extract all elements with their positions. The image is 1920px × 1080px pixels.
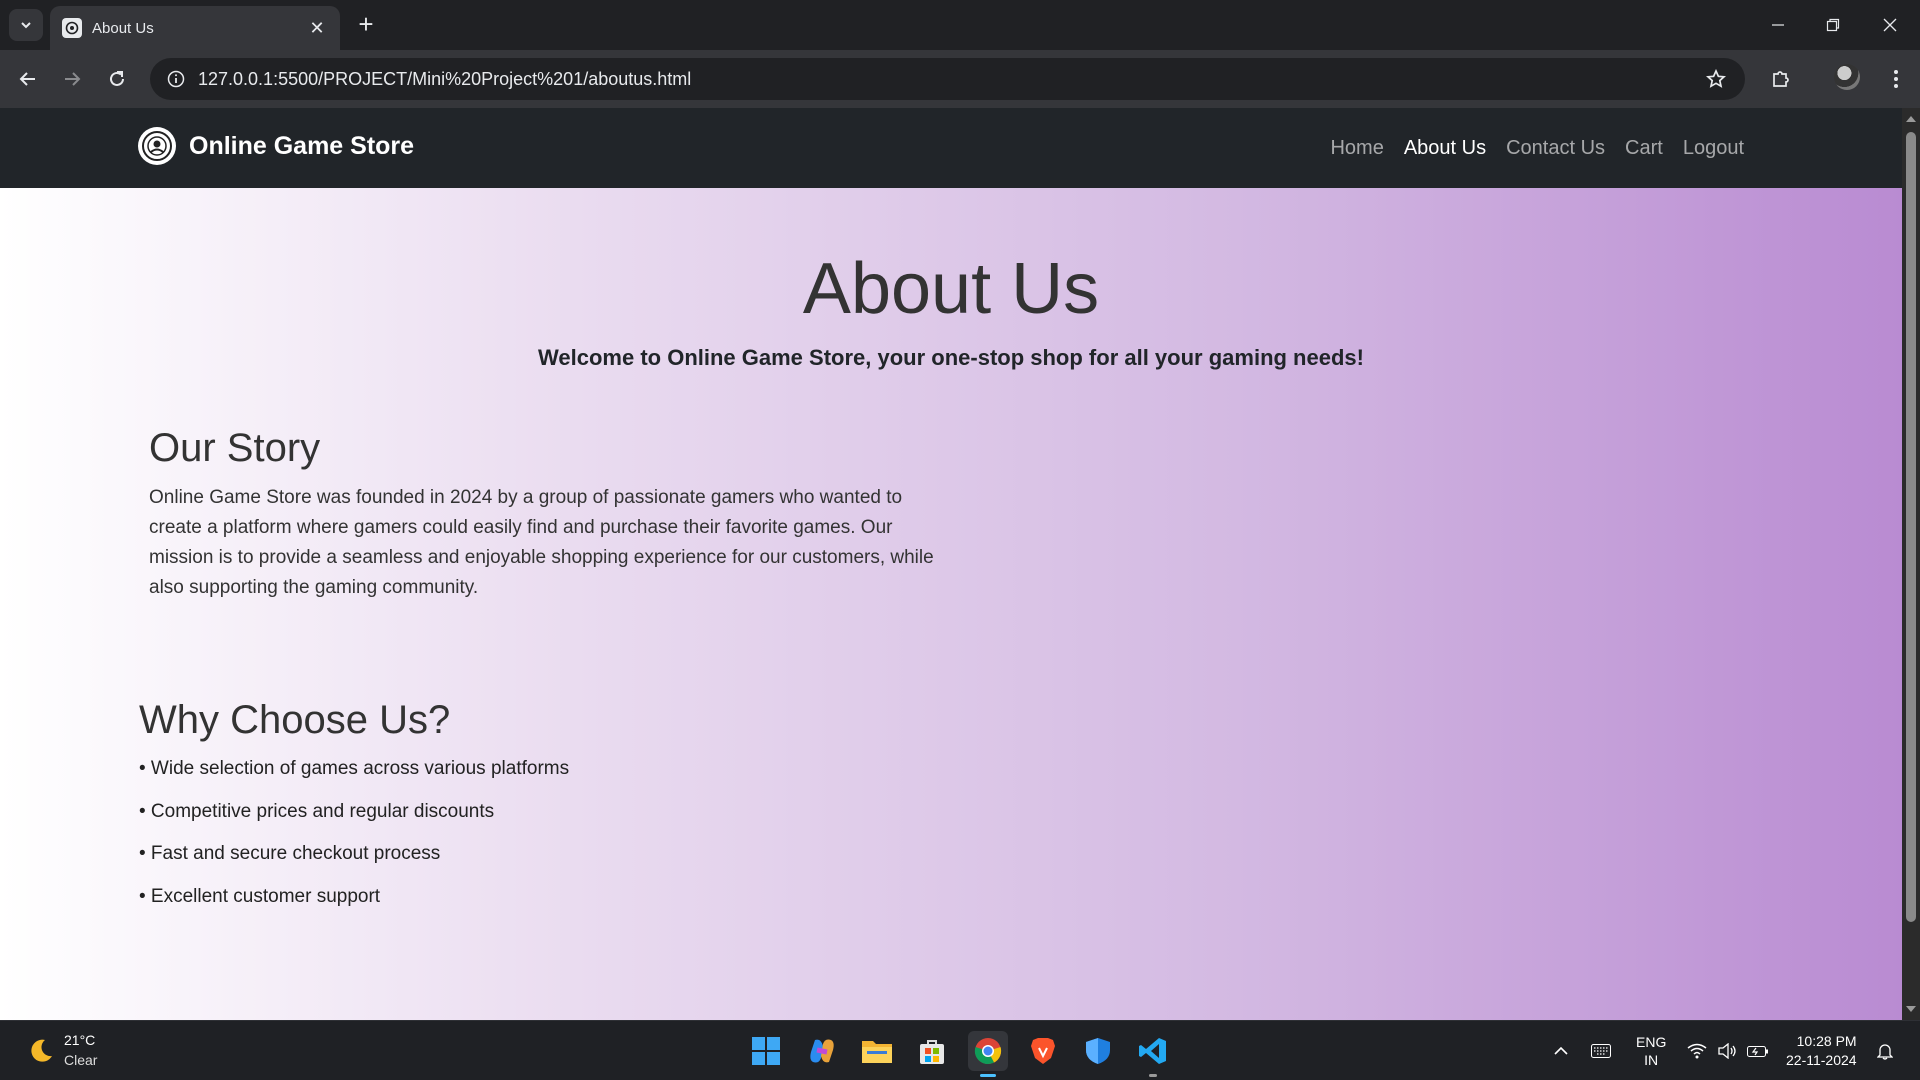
tab-close-icon[interactable]: ✕	[306, 18, 328, 39]
notification-bell-icon[interactable]	[1874, 1041, 1896, 1061]
forward-button[interactable]	[56, 63, 88, 95]
system-clock[interactable]: 10:28 PM 22-11-2024	[1786, 1032, 1857, 1070]
reload-icon	[110, 71, 124, 86]
nav-link-contact-us[interactable]: Contact Us	[1496, 129, 1615, 168]
defender-app[interactable]	[1078, 1031, 1118, 1071]
language-code: ENG	[1636, 1034, 1667, 1050]
why-choose-list: • Wide selection of games across various…	[139, 758, 569, 928]
extensions-button[interactable]	[1765, 63, 1797, 95]
nav-link-cart[interactable]: Cart	[1615, 129, 1673, 168]
browser-toolbar: 127.0.0.1:5500/PROJECT/Mini%20Project%20…	[0, 50, 1920, 108]
minimize-icon	[1772, 24, 1784, 26]
menu-button[interactable]	[1880, 63, 1912, 95]
tab-search-button[interactable]	[9, 9, 43, 41]
back-button[interactable]	[12, 63, 44, 95]
start-button[interactable]	[746, 1031, 786, 1071]
browser-tab-strip: About Us ✕ +	[0, 0, 1920, 50]
microsoft-store-app[interactable]	[912, 1031, 952, 1071]
folder-icon	[862, 1041, 892, 1063]
chrome-app[interactable]	[968, 1031, 1008, 1077]
chrome-icon	[974, 1038, 1002, 1065]
clock-time: 10:28 PM	[1796, 1033, 1857, 1049]
copilot-app[interactable]	[802, 1031, 842, 1071]
list-item: • Excellent customer support	[139, 885, 381, 907]
restore-button[interactable]	[1813, 10, 1853, 40]
minimize-button[interactable]	[1758, 10, 1798, 40]
why-choose-heading: Why Choose Us?	[139, 698, 451, 742]
shield-icon	[1086, 1038, 1110, 1064]
volume-icon[interactable]	[1716, 1041, 1738, 1061]
page-title: About Us	[802, 249, 1100, 329]
close-icon	[1883, 18, 1897, 32]
clock-date: 22-11-2024	[1786, 1052, 1857, 1068]
address-bar[interactable]: 127.0.0.1:5500/PROJECT/Mini%20Project%20…	[150, 58, 1745, 100]
brave-lion-icon	[1031, 1038, 1055, 1064]
wifi-icon[interactable]	[1686, 1041, 1708, 1061]
restore-icon	[1826, 18, 1840, 32]
scroll-down-arrow-icon[interactable]	[1906, 1006, 1916, 1012]
reload-button[interactable]	[101, 63, 133, 95]
file-explorer-app[interactable]	[857, 1031, 897, 1071]
moon-icon[interactable]	[26, 1036, 56, 1066]
list-item: • Fast and secure checkout process	[139, 843, 441, 864]
browser-tab[interactable]: About Us ✕	[50, 6, 340, 50]
chevron-up-icon	[1554, 1046, 1568, 1055]
page-scrollbar[interactable]	[1902, 108, 1920, 1020]
brand-name[interactable]: Online Game Store	[189, 132, 414, 161]
battery-icon[interactable]	[1747, 1041, 1769, 1061]
vscode-app[interactable]	[1133, 1031, 1173, 1077]
close-window-button[interactable]	[1870, 10, 1910, 40]
nav-link-about-us[interactable]: About Us	[1394, 129, 1496, 168]
open-app-indicator	[1149, 1074, 1157, 1077]
keyboard-icon[interactable]	[1590, 1041, 1612, 1061]
copilot-icon	[810, 1039, 834, 1063]
more-vert-icon	[1894, 70, 1898, 88]
chevron-down-icon	[21, 22, 31, 29]
tab-favicon-icon	[62, 18, 82, 38]
windows-taskbar: 21°C Clear ENG IN 10:28 PM 22-11-2024	[0, 1020, 1920, 1080]
nav-link-home[interactable]: Home	[1320, 129, 1393, 168]
profile-avatar[interactable]	[1834, 64, 1860, 90]
list-item: • Competitive prices and regular discoun…	[139, 800, 495, 822]
input-language-indicator[interactable]: ENG IN	[1636, 1033, 1666, 1069]
site-navbar: Online Game Store Home About Us Contact …	[0, 108, 1902, 188]
weather-condition[interactable]: Clear	[64, 1052, 97, 1068]
brave-app[interactable]	[1023, 1031, 1063, 1071]
puzzle-icon	[1773, 71, 1789, 87]
brand-logo-icon[interactable]	[138, 127, 176, 165]
region-code: IN	[1644, 1052, 1659, 1068]
scroll-up-arrow-icon[interactable]	[1906, 116, 1916, 122]
weather-temperature[interactable]: 21°C	[64, 1032, 95, 1048]
vscode-icon	[1139, 1038, 1166, 1064]
store-bag-icon	[920, 1040, 944, 1064]
active-app-indicator	[980, 1074, 996, 1077]
site-nav-links: Home About Us Contact Us Cart Logout	[1320, 129, 1754, 168]
welcome-text: Welcome to Online Game Store, your one-s…	[538, 345, 1364, 370]
windows-logo-icon	[752, 1037, 780, 1065]
page-viewport: Online Game Store Home About Us Contact …	[0, 108, 1902, 1020]
new-tab-button[interactable]: +	[352, 11, 380, 39]
arrow-left-icon	[19, 72, 35, 86]
url-text: 127.0.0.1:5500/PROJECT/Mini%20Project%20…	[198, 68, 692, 89]
list-item: • Wide selection of games across various…	[139, 758, 570, 779]
arrow-right-icon	[65, 72, 81, 86]
nav-link-logout[interactable]: Logout	[1673, 129, 1754, 168]
tab-title: About Us	[92, 19, 154, 37]
bookmark-star-icon[interactable]	[1701, 64, 1731, 94]
site-info-icon[interactable]	[164, 67, 188, 91]
scrollbar-thumb[interactable]	[1906, 132, 1916, 922]
story-paragraph: Online Game Store was founded in 2024 by…	[149, 487, 934, 598]
story-heading: Our Story	[149, 426, 321, 470]
show-hidden-icons-button[interactable]	[1550, 1041, 1572, 1061]
